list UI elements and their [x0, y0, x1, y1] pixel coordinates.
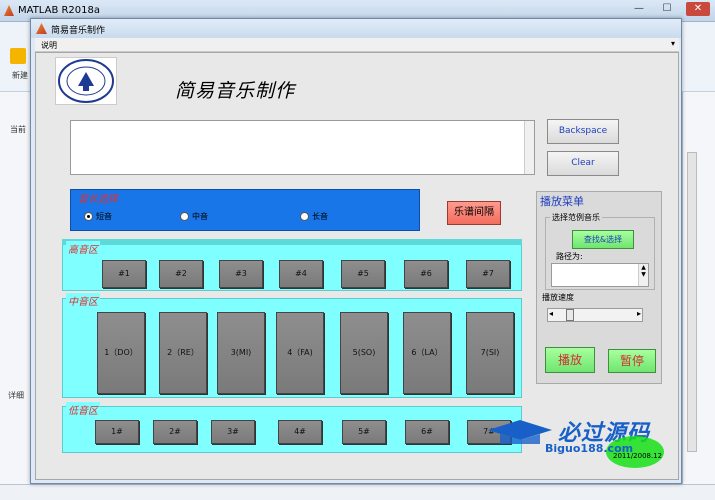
speed-slider[interactable]: ◂ ▸: [547, 308, 643, 322]
speed-slider-thumb[interactable]: [566, 309, 575, 321]
close-icon[interactable]: ✕: [686, 2, 710, 16]
current-folder-label: 当前: [10, 125, 26, 134]
path-scrollbar[interactable]: ▲ ▼: [638, 264, 648, 286]
minimize-icon[interactable]: —: [630, 2, 648, 16]
high-key-2[interactable]: #2: [159, 260, 203, 288]
radio-long-label: 长音: [312, 212, 328, 221]
slider-right-arrow-icon[interactable]: ▸: [637, 309, 641, 318]
figure-title: 简易音乐制作: [51, 26, 106, 36]
radio-short-dot[interactable]: [84, 212, 93, 221]
radio-medium-dot[interactable]: [180, 212, 189, 221]
mid-key-re[interactable]: 2（RE）: [159, 312, 207, 394]
radio-short[interactable]: 短音: [84, 211, 112, 222]
university-logo: [55, 57, 117, 105]
menubar-arrow-icon[interactable]: ▾: [671, 39, 675, 48]
pause-button[interactable]: 暂停: [608, 349, 656, 373]
current-folder-panel: 当前 详细: [0, 92, 34, 492]
clear-button[interactable]: Clear: [547, 151, 619, 176]
high-key-7[interactable]: #7: [466, 260, 510, 288]
matlab-logo-icon: [4, 5, 14, 16]
figure-menubar: 说明 ▾: [35, 38, 679, 52]
high-key-3[interactable]: #3: [219, 260, 263, 288]
tone-length-title: 音长选择: [78, 194, 118, 205]
workspace-scrollbar[interactable]: [687, 152, 697, 452]
sample-music-title: 选择范例音乐: [550, 212, 602, 223]
mid-key-si[interactable]: 7(SI): [466, 312, 514, 394]
score-scrollbar[interactable]: [524, 121, 534, 174]
radio-short-label: 短音: [96, 212, 112, 221]
status-bar: [0, 484, 715, 500]
radio-medium-label: 中音: [192, 212, 208, 221]
backspace-button[interactable]: Backspace: [547, 119, 619, 144]
play-button[interactable]: 播放: [545, 347, 595, 373]
play-menu-title: 播放菜单: [540, 195, 584, 208]
workspace-panel: [682, 92, 715, 492]
new-plus-icon[interactable]: [10, 48, 26, 64]
mid-key-fa[interactable]: 4（FA): [276, 312, 324, 394]
mid-key-do[interactable]: 1（DO）: [97, 312, 145, 394]
graduation-cap-icon: [486, 418, 554, 448]
figure-icon: [36, 23, 47, 34]
low-key-3[interactable]: 3#: [211, 420, 255, 444]
high-key-5[interactable]: #5: [341, 260, 385, 288]
low-key-4[interactable]: 4#: [278, 420, 322, 444]
high-zone-bar: [62, 239, 522, 245]
watermark-date: 2011/2008.12: [613, 452, 663, 460]
radio-long-dot[interactable]: [300, 212, 309, 221]
tone-length-panel: [70, 189, 420, 231]
high-key-1[interactable]: #1: [102, 260, 146, 288]
slider-left-arrow-icon[interactable]: ◂: [549, 309, 553, 318]
mid-key-la[interactable]: 6（LA）: [403, 312, 451, 394]
figure-title-bar: 简易音乐制作: [31, 19, 681, 38]
speed-title: 播放速度: [540, 292, 576, 303]
interval-button[interactable]: 乐谱间隔: [447, 201, 501, 225]
matlab-window-title: MATLAB R2018a: [18, 5, 101, 16]
mid-zone-label: 中音区: [66, 293, 100, 308]
low-zone-label: 低音区: [66, 402, 100, 417]
mid-key-so[interactable]: 5(SO): [340, 312, 388, 394]
high-key-6[interactable]: #6: [404, 260, 448, 288]
score-display[interactable]: [70, 120, 535, 175]
path-label: 路径为:: [556, 252, 583, 261]
mid-key-mi[interactable]: 3(MI): [217, 312, 265, 394]
details-label: 详细: [8, 391, 24, 400]
path-listbox[interactable]: ▲ ▼: [551, 263, 649, 287]
low-key-5[interactable]: 5#: [342, 420, 386, 444]
low-key-6[interactable]: 6#: [405, 420, 449, 444]
maximize-icon[interactable]: ☐: [658, 2, 676, 16]
high-zone-label: 高音区: [66, 241, 100, 256]
high-key-4[interactable]: #4: [279, 260, 323, 288]
find-select-button[interactable]: 查找&选择: [572, 230, 634, 249]
app-title: 简易音乐制作: [175, 80, 296, 102]
menu-help[interactable]: 说明: [41, 40, 57, 51]
new-label[interactable]: 新建: [12, 70, 28, 81]
low-key-2[interactable]: 2#: [153, 420, 197, 444]
radio-medium[interactable]: 中音: [180, 211, 208, 222]
low-key-1[interactable]: 1#: [95, 420, 139, 444]
radio-long[interactable]: 长音: [300, 211, 328, 222]
